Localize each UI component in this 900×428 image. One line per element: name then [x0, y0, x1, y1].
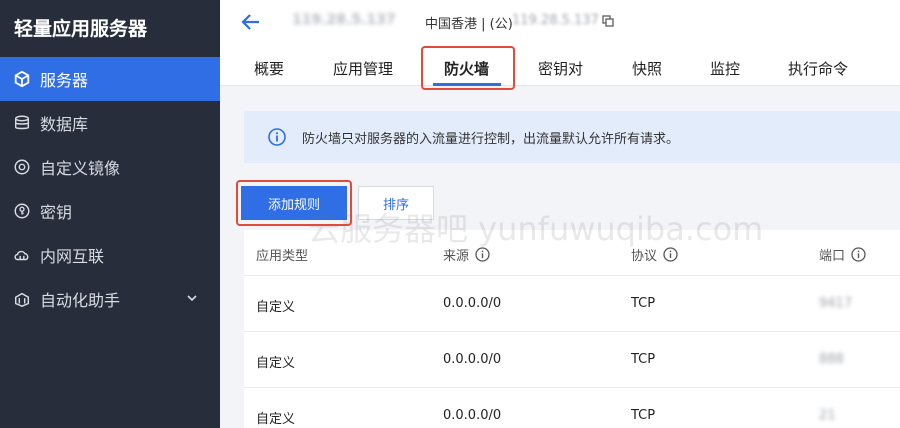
info-icon — [268, 128, 286, 146]
sidebar-item-label: 自定义镜像 — [40, 159, 121, 178]
info-icon[interactable] — [475, 247, 490, 262]
cell-protocol: TCP — [631, 352, 656, 367]
info-icon[interactable] — [851, 247, 866, 262]
server-ip: 119.28.5.137 — [512, 13, 599, 28]
tab-run-command[interactable]: 执行命令 — [788, 58, 848, 79]
active-tab-indicator — [433, 83, 501, 86]
info-banner: 防火墙只对服务器的入流量进行控制，出流量默认允许所有请求。 — [244, 111, 900, 163]
page-header: 119.28.5.137 中国香港 | (公) 119.28.5.137 概要 … — [220, 0, 900, 86]
sidebar-item-servers[interactable]: 服务器 — [0, 57, 220, 101]
cell-protocol: TCP — [631, 408, 656, 423]
main-content: 119.28.5.137 中国香港 | (公) 119.28.5.137 概要 … — [220, 0, 900, 428]
column-header-protocol: 协议 — [631, 245, 678, 264]
tab-snapshots[interactable]: 快照 — [632, 58, 662, 79]
sidebar-item-label: 内网互联 — [40, 247, 105, 266]
sidebar-title: 轻量应用服务器 — [14, 18, 148, 40]
sidebar-item-keys[interactable]: 密钥 — [0, 189, 220, 233]
cell-port: 888 — [819, 352, 844, 367]
tools-icon — [12, 289, 32, 309]
table-header: 应用类型 来源 协议 端口 — [244, 230, 900, 276]
tab-overview[interactable]: 概要 — [254, 58, 284, 79]
table-row: 自定义 0.0.0.0/0 TCP 9417 — [244, 276, 900, 332]
sidebar-item-label: 数据库 — [40, 115, 89, 134]
tab-app-management[interactable]: 应用管理 — [333, 58, 393, 79]
server-region: 中国香港 | (公) — [425, 17, 513, 32]
sidebar-item-label: 自动化助手 — [40, 291, 121, 310]
server-name: 119.28.5.137 — [292, 12, 396, 28]
cell-protocol: TCP — [631, 296, 656, 311]
database-icon — [12, 113, 32, 133]
column-header-port: 端口 — [819, 245, 866, 264]
info-text: 防火墙只对服务器的入流量进行控制，出流量默认允许所有请求。 — [302, 131, 680, 147]
sidebar-item-database[interactable]: 数据库 — [0, 101, 220, 145]
tab-monitoring[interactable]: 监控 — [710, 58, 740, 79]
sidebar-item-label: 密钥 — [40, 203, 73, 222]
cell-source: 0.0.0.0/0 — [443, 408, 502, 423]
cell-app-type: 自定义 — [256, 356, 296, 371]
cell-app-type: 自定义 — [256, 300, 296, 315]
column-header-app-type: 应用类型 — [256, 249, 309, 264]
cell-source: 0.0.0.0/0 — [443, 296, 502, 311]
sidebar-item-label: 服务器 — [40, 71, 89, 90]
cell-source: 0.0.0.0/0 — [443, 352, 502, 367]
tab-firewall[interactable]: 防火墙 — [444, 58, 489, 79]
cell-app-type: 自定义 — [256, 412, 296, 427]
column-header-source: 来源 — [443, 245, 490, 264]
disc-icon — [12, 157, 32, 177]
sidebar-item-custom-image[interactable]: 自定义镜像 — [0, 145, 220, 189]
add-rule-button[interactable]: 添加规则 — [241, 186, 347, 220]
cell-port: 9417 — [819, 296, 853, 311]
cell-port: 21 — [819, 408, 836, 423]
firewall-rules-table: 应用类型 来源 协议 端口 自定义 0.0.0.0/0 TCP 9417 自定义… — [244, 230, 900, 428]
sidebar-item-intranet[interactable]: 内网互联 — [0, 233, 220, 277]
table-row: 自定义 0.0.0.0/0 TCP 21 — [244, 388, 900, 428]
key-icon — [12, 201, 32, 221]
sidebar: 轻量应用服务器 服务器 数据库 自定义镜像 密钥 内网互联 自动化助手 — [0, 0, 220, 428]
chevron-down-icon[interactable] — [186, 292, 198, 304]
back-arrow-icon[interactable] — [240, 11, 262, 33]
info-icon[interactable] — [663, 247, 678, 262]
sidebar-item-automation[interactable]: 自动化助手 — [0, 277, 220, 321]
copy-icon[interactable] — [602, 15, 614, 27]
cube-icon — [12, 69, 32, 89]
sort-button[interactable]: 排序 — [358, 186, 434, 220]
table-row: 自定义 0.0.0.0/0 TCP 888 — [244, 332, 900, 388]
cloud-link-icon — [12, 245, 32, 265]
tab-key-pairs[interactable]: 密钥对 — [538, 58, 583, 79]
